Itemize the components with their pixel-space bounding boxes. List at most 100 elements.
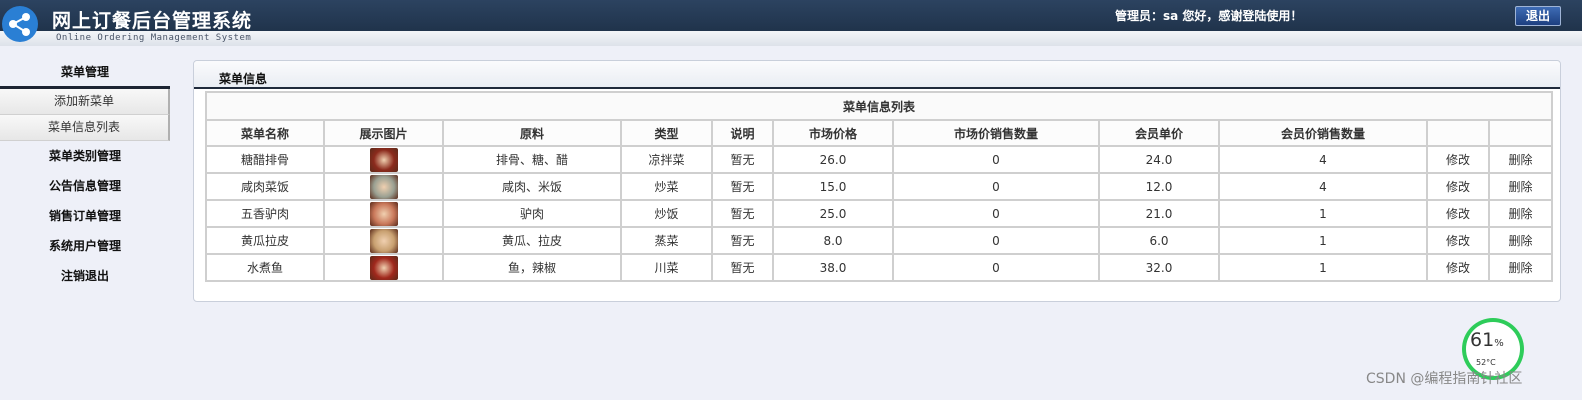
member-sales-cell: 1	[1218, 226, 1428, 255]
type-cell: 凉拌菜	[620, 145, 713, 174]
delete-link[interactable]: 删除	[1487, 172, 1554, 201]
menu-name-cell: 糖醋排骨	[205, 145, 325, 174]
temperature-readout: 52°C	[1476, 358, 1496, 367]
edit-link[interactable]: 修改	[1426, 145, 1490, 174]
edit-link[interactable]: 修改	[1426, 226, 1490, 255]
menu-name-cell: 水煮鱼	[205, 253, 325, 282]
type-cell: 炒菜	[620, 172, 713, 201]
market-price-cell: 8.0	[772, 226, 894, 255]
menu-table: 菜单信息列表 菜单名称 展示图片 原料 类型 说明 市场价格 市场价销售数量 会…	[204, 91, 1554, 282]
thumbnail-cell	[323, 226, 444, 255]
delete-link[interactable]: 删除	[1487, 199, 1554, 228]
watermark-text: CSDN @编程指南针社区	[1366, 371, 1523, 387]
column-header: 说明	[711, 119, 774, 147]
market-price-cell: 15.0	[772, 172, 894, 201]
column-header: 市场价销售数量	[892, 119, 1100, 147]
sidebar-section-menu-management[interactable]: 菜单管理	[0, 58, 170, 89]
usage-percent: 61%	[1470, 329, 1504, 351]
market-sales-cell: 0	[892, 199, 1100, 228]
thumbnail-cell	[323, 172, 444, 201]
market-price-cell: 25.0	[772, 199, 894, 228]
market-sales-cell: 0	[892, 226, 1100, 255]
type-cell: 炒饭	[620, 199, 713, 228]
member-price-cell: 12.0	[1098, 172, 1220, 201]
app-subtitle: Online Ordering Management System	[56, 33, 252, 43]
thumbnail-cell	[323, 145, 444, 174]
description-cell: 暂无	[711, 253, 774, 282]
ingredients-cell: 咸肉、米饭	[442, 172, 622, 201]
delete-link[interactable]: 删除	[1487, 145, 1554, 174]
sidebar-item-menu-list[interactable]: 菜单信息列表	[0, 115, 170, 141]
column-header: 原料	[442, 119, 622, 147]
column-header	[1487, 119, 1554, 147]
dish-image	[369, 174, 398, 199]
market-sales-cell: 0	[892, 253, 1100, 282]
ingredients-cell: 鱼，辣椒	[442, 253, 622, 282]
column-header	[1426, 119, 1490, 147]
table-caption: 菜单信息列表	[204, 91, 1554, 121]
menu-info-panel: 菜单信息 菜单信息列表 菜单名称 展示图片 原料 类型 说明 市场价格 市场价销…	[193, 60, 1561, 302]
table-row: 水煮鱼 鱼，辣椒 川菜 暂无 38.0 0 32.0 1 修改 删除	[205, 253, 1554, 282]
sidebar-item-notice-management[interactable]: 公告信息管理	[0, 171, 170, 201]
member-sales-cell: 1	[1218, 199, 1428, 228]
dish-image	[369, 228, 398, 253]
table-row: 五香驴肉 驴肉 炒饭 暂无 25.0 0 21.0 1 修改 删除	[205, 199, 1554, 228]
column-header: 会员价销售数量	[1218, 119, 1428, 147]
column-header: 会员单价	[1098, 119, 1220, 147]
dish-image	[369, 201, 398, 226]
app-title: 网上订餐后台管理系统	[52, 10, 253, 32]
edit-link[interactable]: 修改	[1426, 172, 1490, 201]
ingredients-cell: 排骨、糖、醋	[442, 145, 622, 174]
sidebar-item-user-management[interactable]: 系统用户管理	[0, 231, 170, 261]
column-header: 类型	[620, 119, 713, 147]
column-header: 菜单名称	[205, 119, 325, 147]
thumbnail-cell	[323, 199, 444, 228]
dish-image	[369, 255, 398, 280]
delete-link[interactable]: 删除	[1487, 253, 1554, 282]
table-row: 咸肉菜饭 咸肉、米饭 炒菜 暂无 15.0 0 12.0 4 修改 删除	[205, 172, 1554, 201]
member-sales-cell: 1	[1218, 253, 1428, 282]
table-row: 糖醋排骨 排骨、糖、醋 凉拌菜 暂无 26.0 0 24.0 4 修改 删除	[205, 145, 1554, 174]
menu-name-cell: 咸肉菜饭	[205, 172, 325, 201]
menu-name-cell: 五香驴肉	[205, 199, 325, 228]
dish-image	[369, 147, 398, 172]
panel-title: 菜单信息	[219, 72, 268, 86]
sidebar-item-category-management[interactable]: 菜单类别管理	[0, 141, 170, 171]
edit-link[interactable]: 修改	[1426, 253, 1490, 282]
sidebar-item-logout[interactable]: 注销退出	[0, 261, 170, 291]
member-price-cell: 6.0	[1098, 226, 1220, 255]
edit-link[interactable]: 修改	[1426, 199, 1490, 228]
member-price-cell: 21.0	[1098, 199, 1220, 228]
share-logo-icon	[2, 6, 38, 42]
top-header: 网上订餐后台管理系统 Online Ordering Management Sy…	[0, 0, 1582, 46]
delete-link[interactable]: 删除	[1487, 226, 1554, 255]
market-sales-cell: 0	[892, 145, 1100, 174]
market-price-cell: 38.0	[772, 253, 894, 282]
ingredients-cell: 黄瓜、拉皮	[442, 226, 622, 255]
market-price-cell: 26.0	[772, 145, 894, 174]
ingredients-cell: 驴肉	[442, 199, 622, 228]
description-cell: 暂无	[711, 226, 774, 255]
column-header: 市场价格	[772, 119, 894, 147]
panel-title-bar: 菜单信息	[194, 61, 1560, 89]
table-row: 黄瓜拉皮 黄瓜、拉皮 蒸菜 暂无 8.0 0 6.0 1 修改 删除	[205, 226, 1554, 255]
member-price-cell: 24.0	[1098, 145, 1220, 174]
type-cell: 川菜	[620, 253, 713, 282]
column-header: 展示图片	[323, 119, 444, 147]
description-cell: 暂无	[711, 145, 774, 174]
welcome-message: 管理员：sa 您好，感谢登陆使用！	[1115, 9, 1303, 23]
description-cell: 暂无	[711, 172, 774, 201]
thumbnail-cell	[323, 253, 444, 282]
member-sales-cell: 4	[1218, 172, 1428, 201]
member-sales-cell: 4	[1218, 145, 1428, 174]
description-cell: 暂无	[711, 199, 774, 228]
market-sales-cell: 0	[892, 172, 1100, 201]
menu-name-cell: 黄瓜拉皮	[205, 226, 325, 255]
logout-button[interactable]: 退出	[1515, 6, 1561, 26]
member-price-cell: 32.0	[1098, 253, 1220, 282]
sidebar-item-order-management[interactable]: 销售订单管理	[0, 201, 170, 231]
sidebar: 菜单管理 添加新菜单 菜单信息列表 菜单类别管理 公告信息管理 销售订单管理 系…	[0, 58, 170, 291]
type-cell: 蒸菜	[620, 226, 713, 255]
sidebar-item-add-menu[interactable]: 添加新菜单	[0, 89, 170, 115]
table-header-row: 菜单名称 展示图片 原料 类型 说明 市场价格 市场价销售数量 会员单价 会员价…	[205, 119, 1554, 147]
